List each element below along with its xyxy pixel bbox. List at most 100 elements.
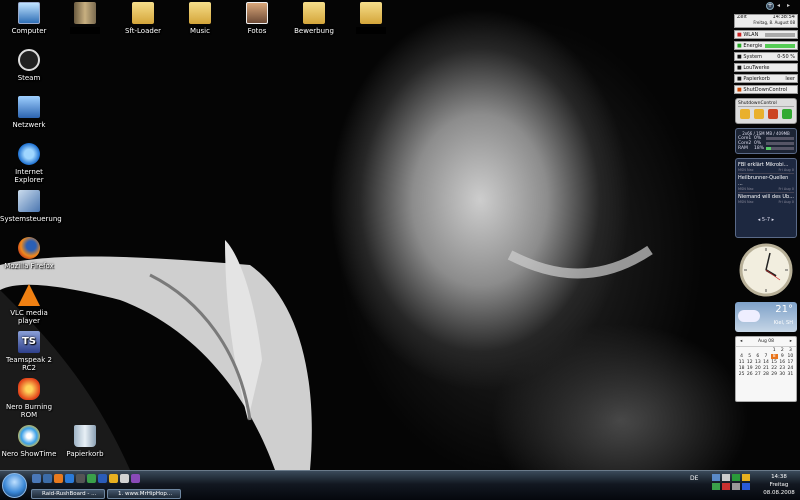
teamspeak-icon[interactable]: TS Teamspeak 2 RC2 [0, 331, 58, 372]
sft-loader-folder-icon[interactable]: Sft-Loader [114, 2, 172, 35]
lock-button[interactable] [740, 109, 750, 119]
clock-date: 08.08.2008 [763, 490, 795, 496]
news-pager[interactable]: ◂ 5-7 ▸ [738, 217, 794, 223]
calendar-day[interactable]: 27 [754, 372, 761, 377]
calendar-day[interactable]: 8 [770, 354, 778, 359]
calendar-day[interactable]: 28 [762, 372, 769, 377]
calendar-day[interactable]: 31 [787, 372, 794, 377]
weather-gadget[interactable]: 21° Kiel, SH [735, 302, 797, 332]
lautstaerke-label: LouTwerke [743, 64, 770, 71]
prev-icon[interactable]: ◂ [777, 2, 784, 10]
calendar-day[interactable]: 5 [746, 354, 753, 359]
folder-unnamed-1-icon[interactable] [56, 2, 114, 34]
calendar-day[interactable]: 19 [746, 366, 753, 371]
computer-icon[interactable]: Computer [0, 2, 58, 35]
internet-explorer-icon[interactable]: Internet Explorer [0, 143, 58, 184]
calendar-day[interactable]: 14 [762, 360, 769, 365]
calendar-day[interactable]: 2 [779, 348, 786, 353]
calendar-day[interactable]: 12 [746, 360, 753, 365]
firefox-quicklaunch-icon[interactable] [54, 474, 63, 483]
clock-bar[interactable]: Zeit 14:38:54 Freitag, 8. August 08 [734, 14, 798, 28]
shutdown-button[interactable] [768, 109, 778, 119]
system-label: System [743, 53, 762, 60]
news-item[interactable]: FBI erklärt Mikrobi... MSN Nac Fri Aug 0 [738, 161, 794, 174]
more-quicklaunch-icon[interactable] [131, 474, 140, 483]
steam-quicklaunch-icon[interactable] [76, 474, 85, 483]
calendar-day[interactable]: 21 [762, 366, 769, 371]
nero-showtime-icon[interactable]: Nero ShowTime [0, 425, 58, 458]
shutdown-label: ShutDownControl [743, 86, 788, 93]
cal-prev-icon[interactable]: ◂ [740, 339, 742, 344]
calendar-day[interactable]: 15 [771, 360, 778, 365]
calendar-day[interactable]: 29 [771, 372, 778, 377]
word-quicklaunch-icon[interactable] [98, 474, 107, 483]
volume-tray-icon[interactable] [722, 474, 730, 481]
calendar-day[interactable]: 22 [771, 366, 778, 371]
network-tray-icon[interactable] [712, 474, 720, 481]
messenger-tray-icon[interactable] [712, 483, 720, 490]
wlan-bar[interactable]: ■ WLAN [734, 30, 798, 39]
control-panel-icon[interactable]: Systemsteuerung [0, 190, 62, 223]
calendar-day[interactable]: 1 [771, 348, 778, 353]
folder-unnamed-2-icon[interactable] [342, 2, 400, 34]
calendar-day[interactable]: 25 [738, 372, 745, 377]
security-tray-icon[interactable] [732, 474, 740, 481]
add-gadget-icon[interactable]: + [766, 2, 774, 10]
taskbar-clock[interactable]: 14:38 Freitag 08.08.2008 [760, 473, 798, 497]
messenger-quicklaunch-icon[interactable] [87, 474, 96, 483]
calendar-day[interactable]: 23 [779, 366, 786, 371]
clock-time: 14:38 [771, 474, 787, 480]
next-icon[interactable]: ▸ [787, 2, 794, 10]
update-tray-icon[interactable] [742, 474, 750, 481]
fotos-folder-icon[interactable]: Fotos [228, 2, 286, 35]
calendar-day[interactable]: 11 [738, 360, 745, 365]
calendar-day[interactable]: 9 [779, 354, 786, 359]
calendar-day[interactable]: 30 [779, 372, 786, 377]
task-button[interactable]: Raid-RushBoard - ... [31, 489, 105, 499]
switch-windows-icon[interactable] [43, 474, 52, 483]
restart-button[interactable] [782, 109, 792, 119]
language-indicator[interactable]: DE [690, 475, 698, 482]
calendar-day[interactable]: 3 [787, 348, 794, 353]
recycle-bin-icon[interactable]: Papierkorb [56, 425, 114, 458]
calendar-day[interactable]: 26 [746, 372, 753, 377]
calendar-day[interactable]: 20 [754, 366, 761, 371]
shutdown-bar[interactable]: ■ ShutDownControl [734, 85, 798, 94]
system-bar[interactable]: ■ System 0-50 % [734, 52, 798, 61]
news-feed-gadget: FBI erklärt Mikrobi... MSN Nac Fri Aug 0 H… [735, 158, 797, 238]
news-item[interactable]: Niemand will des Ub... MSN Nac Fri Aug 0 [738, 193, 794, 205]
vlc-icon[interactable]: VLC media player [0, 284, 58, 325]
energie-bar[interactable]: ■ Energie [734, 41, 798, 50]
start-button[interactable] [2, 473, 27, 498]
calendar-grid: 1 2 3 4 5 6 7 8 9 10 11 12 13 14 15 16 17 18 19 20 21 22 23 24 2… [736, 347, 796, 378]
bluetooth-tray-icon[interactable] [742, 483, 750, 490]
music-folder-icon[interactable]: Music [171, 2, 229, 35]
network-icon[interactable]: Netzwerk [0, 96, 58, 129]
calendar-day[interactable]: 6 [754, 354, 761, 359]
calendar-day[interactable]: 24 [787, 366, 794, 371]
calendar-day[interactable]: 7 [762, 354, 769, 359]
ie-quicklaunch-icon[interactable] [65, 474, 74, 483]
battery-tray-icon[interactable] [732, 483, 740, 490]
calendar-day[interactable]: 4 [738, 354, 745, 359]
steam-icon[interactable]: Steam [0, 49, 58, 82]
cal-next-icon[interactable]: ▸ [790, 339, 792, 344]
calendar-day[interactable]: 10 [787, 354, 794, 359]
media-quicklaunch-icon[interactable] [109, 474, 118, 483]
calendar-day[interactable]: 13 [754, 360, 761, 365]
calendar-day[interactable]: 17 [787, 360, 794, 365]
antivirus-tray-icon[interactable] [722, 483, 730, 490]
bewerbung-folder-icon[interactable]: Bewerbung [285, 2, 343, 35]
zeit-label: Zeit [737, 14, 747, 20]
calendar-day[interactable]: 16 [779, 360, 786, 365]
papierkorb-bar[interactable]: ■ Papierkorb leer [734, 74, 798, 83]
firefox-icon[interactable]: Mozilla Firefox [0, 237, 58, 270]
calendar-day[interactable]: 18 [738, 366, 745, 371]
show-desktop-icon[interactable] [32, 474, 41, 483]
standby-button[interactable] [754, 109, 764, 119]
winamp-quicklaunch-icon[interactable] [120, 474, 129, 483]
task-button[interactable]: 1. www.MrHipHop... [107, 489, 181, 499]
nero-burning-rom-icon[interactable]: Nero Burning ROM [0, 378, 58, 419]
lautstaerke-bar[interactable]: ■ LouTwerke [734, 63, 798, 72]
news-item[interactable]: Heilbrunner-Quellen ... MSN Nac Fri Aug 0 [738, 174, 794, 193]
